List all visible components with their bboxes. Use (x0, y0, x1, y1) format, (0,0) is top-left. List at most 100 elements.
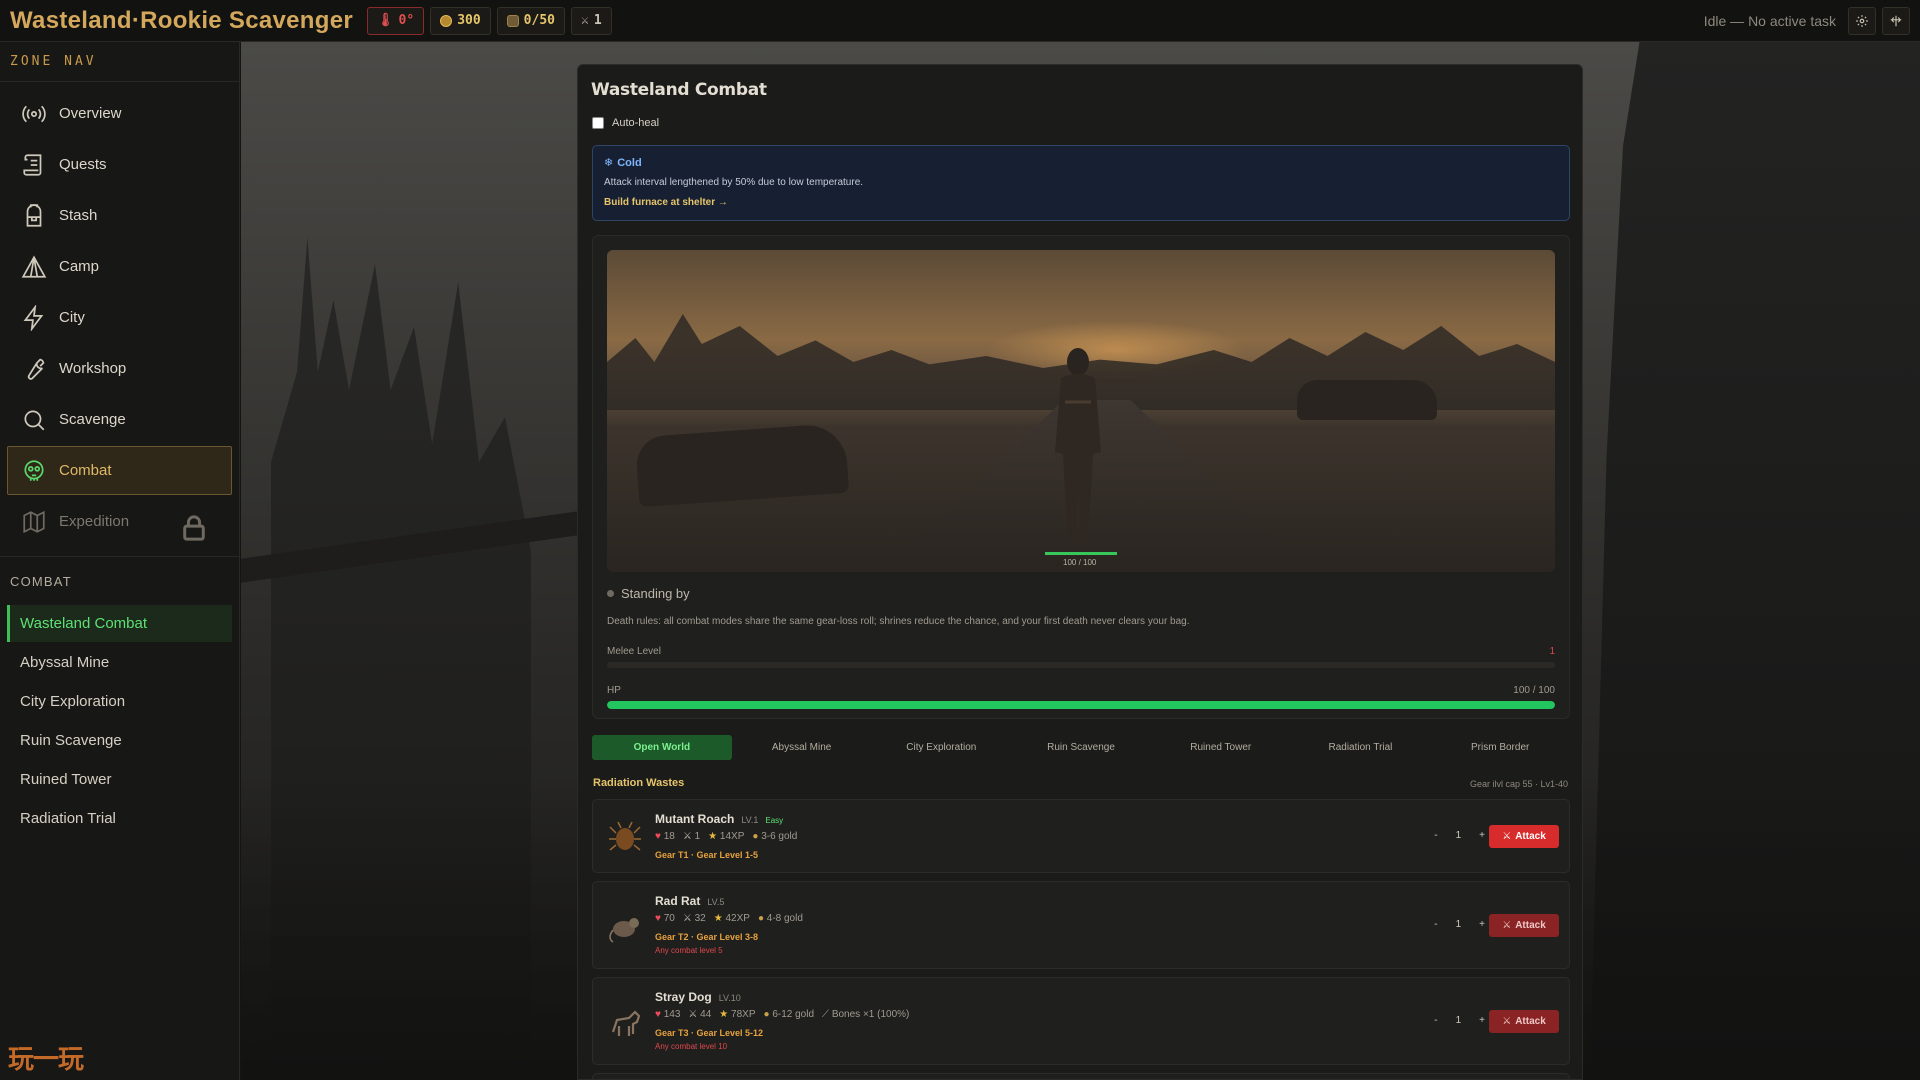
tab-radiation-trial[interactable]: Radiation Trial (1291, 735, 1431, 760)
nav-item-city[interactable]: City (7, 293, 232, 342)
panel-title: Wasteland Combat (591, 80, 767, 100)
sword-icon: ⚔ (1502, 920, 1512, 931)
combat-item-ruin-scavenge[interactable]: Ruin Scavenge (7, 722, 232, 759)
nav-item-scavenge[interactable]: Scavenge (7, 395, 232, 444)
tab-abyssal-mine[interactable]: Abyssal Mine (732, 735, 872, 760)
hp-bar (607, 701, 1555, 709)
monster-attack: 32 (694, 913, 706, 924)
tab-city-exploration[interactable]: City Exploration (871, 735, 1011, 760)
site-logo: 玩一玩 (8, 1044, 84, 1074)
nav-item-overview[interactable]: Overview (7, 89, 232, 138)
wrecked-car (634, 422, 850, 508)
player-hp-mini-bar (1045, 552, 1117, 555)
monster-name: Mutant Roach (655, 812, 735, 826)
star-icon: ★ (708, 831, 718, 842)
quantity-increase-button[interactable]: + (1479, 830, 1485, 841)
kills-value: 1 (593, 13, 602, 28)
sword-icon: ⚔ (1502, 831, 1512, 842)
sword-icon: ⚔ (1502, 1016, 1512, 1027)
sidebar: ZONE NAV Overview Quests Stash Camp City… (0, 42, 240, 1080)
tab-open-world[interactable]: Open World (592, 735, 732, 760)
quantity-stepper: - 1 + (1434, 830, 1485, 841)
quantity-value[interactable]: 1 (1456, 830, 1462, 841)
monster-gear: Gear T2 · Gear Level 3-8 (655, 932, 759, 942)
player-character (1055, 348, 1101, 546)
roach-icon (609, 821, 641, 851)
top-bar: Wasteland·Rookie Scavenger 🌡 0° 300 0/50… (0, 0, 1920, 42)
nav-item-label: Stash (59, 207, 98, 224)
coin-icon (440, 14, 453, 27)
autoheal-checkbox[interactable] (592, 117, 604, 129)
scroll-icon (23, 153, 42, 176)
attack-button[interactable]: ⚔ Attack (1489, 1010, 1559, 1033)
kills-chip[interactable]: ⚔ 1 (570, 6, 612, 35)
quantity-stepper: - 1 + (1434, 919, 1485, 930)
bone-icon: ⟋ (822, 1009, 830, 1020)
nav-item-workshop[interactable]: Workshop (7, 344, 232, 393)
crossed-swords-icon: ⚔ (682, 913, 692, 924)
coin-icon: ● (757, 913, 764, 924)
tab-ruined-tower[interactable]: Ruined Tower (1151, 735, 1291, 760)
quantity-decrease-button[interactable]: - (1434, 830, 1437, 841)
alert-title: Cold (617, 156, 642, 169)
crossed-swords-icon: ⚔ (688, 1009, 698, 1020)
monster-level: LV.10 (718, 993, 741, 1003)
attack-button[interactable]: ⚔ Attack (1489, 914, 1559, 937)
status-dot (607, 590, 614, 597)
heart-icon: ♥ (655, 1009, 661, 1020)
nav-item-label: Quests (59, 156, 107, 173)
hp-label: HP (607, 685, 621, 696)
monster-row: Rad Rat LV.5 ♥ 70 ⚔ 32 ★ 42XP ● 4-8 gold… (592, 881, 1570, 969)
build-furnace-link[interactable]: Build furnace at shelter → (604, 197, 728, 208)
monster-hp: 143 (663, 1009, 681, 1020)
nav-item-label: Workshop (59, 360, 127, 377)
quantity-value[interactable]: 1 (1456, 919, 1462, 930)
quantity-increase-button[interactable]: + (1479, 919, 1485, 930)
nav-item-combat[interactable]: Combat (7, 446, 232, 495)
quantity-value[interactable]: 1 (1456, 1015, 1462, 1026)
nav-item-camp[interactable]: Camp (7, 242, 232, 291)
rat-icon (609, 918, 639, 943)
combat-item-radiation-trial[interactable]: Radiation Trial (7, 800, 232, 837)
quantity-decrease-button[interactable]: - (1434, 1015, 1437, 1026)
melee-level-bar (607, 662, 1555, 668)
bag-chip[interactable]: 0/50 (496, 6, 565, 35)
combat-item-wasteland-combat[interactable]: Wasteland Combat (7, 605, 232, 642)
nav-item-expedition[interactable]: Expedition (7, 497, 232, 546)
nav-item-quests[interactable]: Quests (7, 140, 232, 189)
melee-level-value: 1 (1549, 646, 1555, 657)
tab-prism-border[interactable]: Prism Border (1430, 735, 1570, 760)
zone-nav-heading: ZONE NAV (0, 42, 239, 82)
monster-requirement: Any combat level 5 (655, 946, 723, 955)
quantity-decrease-button[interactable]: - (1434, 919, 1437, 930)
temperature-chip[interactable]: 🌡 0° (367, 6, 425, 35)
nav-item-label: Combat (59, 462, 112, 479)
game-title: Wasteland·Rookie Scavenger (10, 6, 354, 34)
monster-name: Stray Dog (655, 990, 712, 1004)
combat-item-ruined-tower[interactable]: Ruined Tower (7, 761, 232, 798)
tab-ruin-scavenge[interactable]: Ruin Scavenge (1011, 735, 1151, 760)
combat-item-city-exploration[interactable]: City Exploration (7, 683, 232, 720)
battle-arena: 100 / 100 (607, 250, 1555, 572)
alert-text: Attack interval lengthened by 50% due to… (604, 177, 864, 188)
search-icon (24, 409, 45, 430)
monster-gold: 4-8 gold (766, 913, 803, 924)
monster-hp: 70 (663, 913, 675, 924)
quantity-increase-button[interactable]: + (1479, 1015, 1485, 1026)
monster-xp: 42XP (725, 913, 750, 924)
coin-icon: ● (763, 1009, 770, 1020)
layout-button[interactable] (1882, 6, 1910, 35)
monster-drop: Bones ×1 (100%) (831, 1009, 910, 1020)
nav-item-stash[interactable]: Stash (7, 191, 232, 240)
autoheal-toggle[interactable]: Auto-heal (592, 117, 659, 129)
bag-value: 0/50 (523, 13, 555, 28)
attack-button[interactable]: ⚔ Attack (1489, 825, 1559, 848)
settings-button[interactable] (1848, 6, 1876, 35)
combat-panel: Wasteland Combat Auto-heal ❄ Cold Attack… (577, 64, 1583, 1080)
combat-item-abyssal-mine[interactable]: Abyssal Mine (7, 644, 232, 681)
heart-icon: ♥ (655, 831, 661, 842)
nav-item-label: Camp (59, 258, 100, 275)
zone-nav: Overview Quests Stash Camp City Workshop… (0, 82, 239, 557)
coins-chip[interactable]: 300 (430, 6, 491, 35)
star-icon: ★ (719, 1009, 729, 1020)
